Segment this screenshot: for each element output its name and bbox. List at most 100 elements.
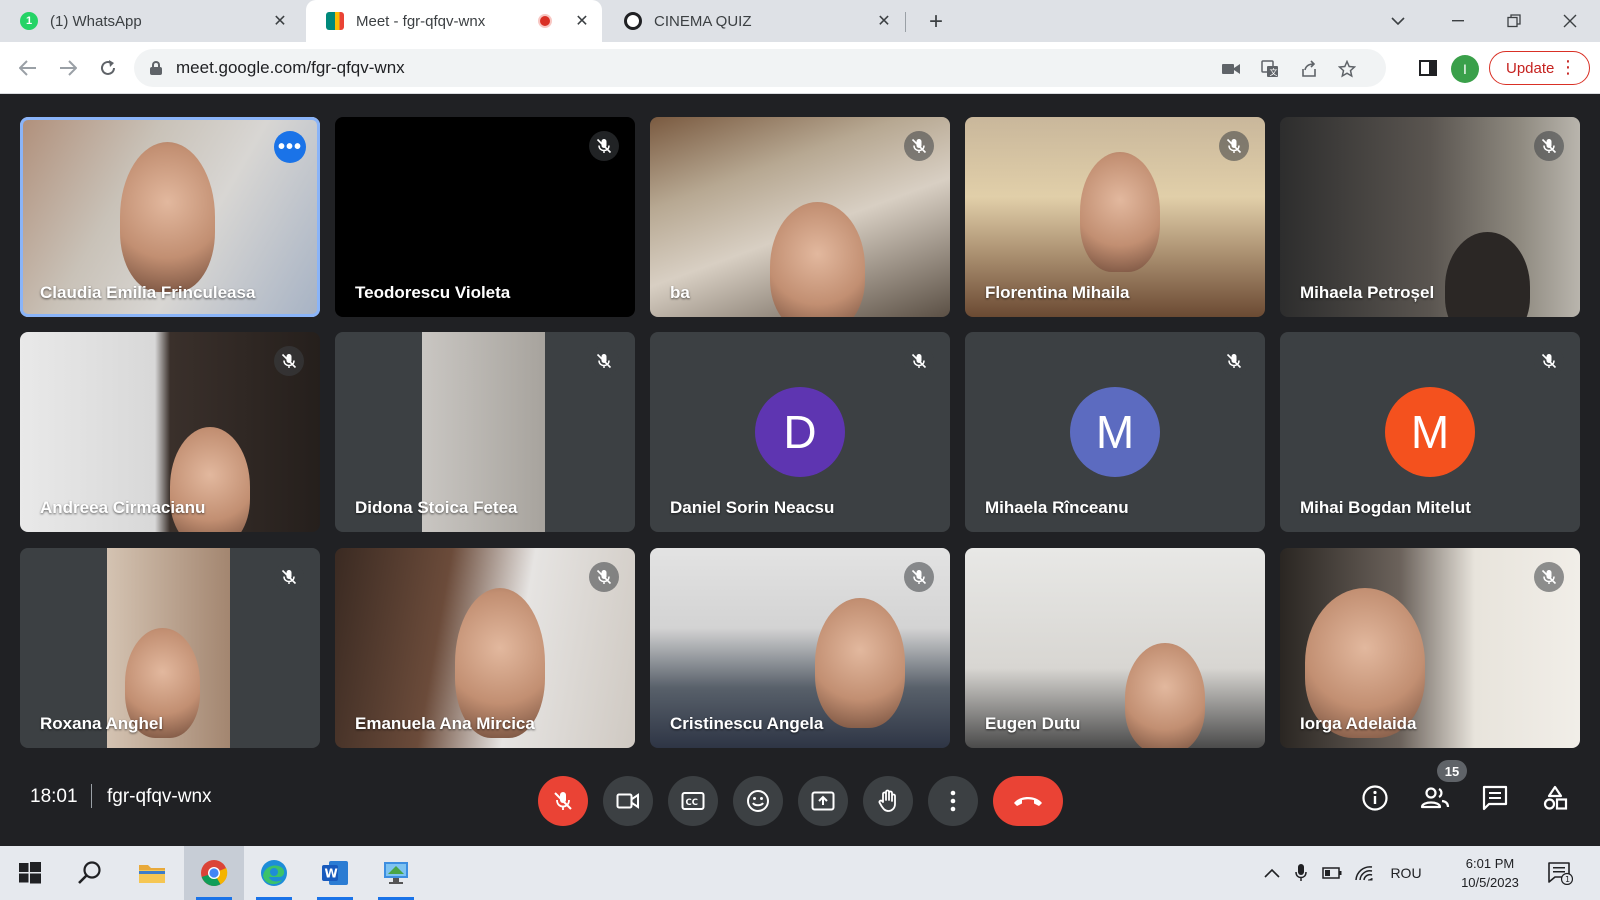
share-icon[interactable] <box>1298 58 1320 80</box>
search-button[interactable] <box>60 846 120 900</box>
tab-meet[interactable]: Meet - fgr-qfqv-wnx ✕ <box>306 0 602 42</box>
divider <box>91 784 92 808</box>
update-button[interactable]: Update ⋮ <box>1489 51 1590 85</box>
back-button[interactable] <box>14 54 42 82</box>
meeting-details-button[interactable] <box>1355 778 1395 818</box>
participant-tile[interactable]: Mihaela Petroșel <box>1280 117 1580 317</box>
mic-off-icon <box>904 562 934 592</box>
notifications-icon: 1 <box>1548 862 1573 885</box>
show-hidden-icons-button[interactable] <box>1260 846 1284 900</box>
leave-call-button[interactable] <box>993 776 1063 826</box>
bookmark-star-icon[interactable] <box>1336 58 1358 80</box>
file-explorer-button[interactable] <box>122 846 182 900</box>
participant-video <box>1445 232 1530 317</box>
tab-separator <box>905 12 906 32</box>
participant-tile[interactable]: Andreea Cirmacianu <box>20 332 320 532</box>
chat-button[interactable] <box>1475 778 1515 818</box>
whatsapp-favicon-icon: 1 <box>20 12 38 30</box>
close-tab-icon[interactable]: ✕ <box>572 11 592 31</box>
camera-in-use-icon[interactable] <box>1220 58 1242 80</box>
participant-tile[interactable]: Cristinescu Angela <box>650 548 950 748</box>
meet-favicon-icon <box>326 12 344 30</box>
word-taskbar-button[interactable]: W <box>305 846 365 900</box>
close-tab-icon[interactable]: ✕ <box>874 11 894 31</box>
profile-avatar[interactable]: I <box>1451 55 1479 83</box>
raise-hand-button[interactable] <box>863 776 913 826</box>
mic-off-icon <box>274 346 304 376</box>
close-tab-icon[interactable]: ✕ <box>270 11 290 31</box>
chrome-taskbar-button[interactable] <box>184 846 244 900</box>
microphone-toggle-button[interactable] <box>538 776 588 826</box>
wifi-icon[interactable] <box>1352 846 1376 900</box>
participant-tile[interactable]: Emanuela Ana Mircica <box>335 548 635 748</box>
restore-button[interactable] <box>1486 0 1542 42</box>
mic-off-icon <box>554 792 572 810</box>
tab-strip: 1 (1) WhatsApp ✕ Meet - fgr-qfqv-wnx ✕ C… <box>0 0 1600 42</box>
participant-tile[interactable]: M Mihaela Rînceanu <box>965 332 1265 532</box>
more-options-icon[interactable]: ••• <box>274 131 306 163</box>
notification-center-button[interactable]: 1 <box>1540 846 1580 900</box>
system-clock[interactable]: 6:01 PM 10/5/2023 <box>1450 854 1530 892</box>
camera-toggle-button[interactable] <box>603 776 653 826</box>
emoji-icon <box>747 790 769 812</box>
monitor-icon <box>384 862 408 884</box>
participant-tile[interactable]: Roxana Anghel <box>20 548 320 748</box>
minimize-button[interactable] <box>1430 0 1486 42</box>
mic-off-icon <box>589 562 619 592</box>
battery-icon[interactable] <box>1320 846 1344 900</box>
address-bar[interactable]: meet.google.com/fgr-qfqv-wnx 文 <box>134 49 1386 87</box>
quiz-favicon-icon <box>624 12 642 30</box>
input-language[interactable]: ROU <box>1384 846 1428 900</box>
participant-tile[interactable]: M Mihai Bogdan Mitelut <box>1280 332 1580 532</box>
participant-tile[interactable]: D Daniel Sorin Neacsu <box>650 332 950 532</box>
people-button[interactable] <box>1415 778 1455 818</box>
mic-off-icon <box>1219 346 1249 376</box>
participant-tile[interactable]: ••• Claudia Emilia Frinculeasa <box>20 117 320 317</box>
update-label: Update <box>1506 59 1555 77</box>
edge-taskbar-button[interactable] <box>244 846 304 900</box>
participant-video <box>1125 643 1205 748</box>
participant-tile[interactable]: Didona Stoica Fetea <box>335 332 635 532</box>
participant-name: Emanuela Ana Mircica <box>355 714 535 733</box>
tab-whatsapp[interactable]: 1 (1) WhatsApp ✕ <box>0 0 300 42</box>
forward-button[interactable] <box>54 54 82 82</box>
more-menu-icon[interactable]: ⋮ <box>1559 58 1577 76</box>
reactions-button[interactable] <box>733 776 783 826</box>
url-text[interactable]: meet.google.com/fgr-qfqv-wnx <box>176 58 405 78</box>
participant-tile[interactable]: Iorga Adelaida <box>1280 548 1580 748</box>
folder-icon <box>139 865 165 883</box>
meeting-time: 18:01 <box>30 786 78 807</box>
lock-icon[interactable] <box>150 61 162 75</box>
mic-off-icon <box>589 346 619 376</box>
tab-title: (1) WhatsApp <box>50 12 142 30</box>
windows-logo-icon <box>19 862 41 884</box>
participant-tile[interactable]: ba <box>650 117 950 317</box>
participant-name: Cristinescu Angela <box>670 714 824 733</box>
participant-name: Roxana Anghel <box>40 714 164 733</box>
microphone-tray-icon[interactable] <box>1290 846 1312 900</box>
close-window-button[interactable] <box>1542 0 1598 42</box>
tab-search-icon[interactable] <box>1370 0 1426 42</box>
participant-avatar: M <box>1385 387 1475 477</box>
participant-tile[interactable]: Eugen Dutu <box>965 548 1265 748</box>
side-panel-icon[interactable] <box>1414 54 1442 82</box>
translate-icon[interactable]: 文 <box>1259 58 1281 80</box>
activities-button[interactable] <box>1535 778 1575 818</box>
participant-name: Didona Stoica Fetea <box>355 498 518 517</box>
clock-date: 10/5/2023 <box>1461 875 1519 890</box>
remote-desktop-taskbar-button[interactable] <box>366 846 426 900</box>
tab-cinema-quiz[interactable]: CINEMA QUIZ ✕ <box>604 0 904 42</box>
captions-button[interactable]: CC <box>668 776 718 826</box>
start-button[interactable] <box>0 846 60 900</box>
info-icon <box>1362 785 1388 811</box>
tab-title: Meet - fgr-qfqv-wnx <box>356 12 486 30</box>
participant-video <box>770 202 865 317</box>
participant-tile[interactable]: Florentina Mihaila <box>965 117 1265 317</box>
more-options-button[interactable] <box>928 776 978 826</box>
hang-up-icon <box>1014 797 1042 806</box>
new-tab-button[interactable]: + <box>922 8 950 36</box>
present-screen-button[interactable] <box>798 776 848 826</box>
reload-button[interactable] <box>94 54 122 82</box>
participant-name: Daniel Sorin Neacsu <box>670 498 835 517</box>
participant-tile[interactable]: Teodorescu Violeta <box>335 117 635 317</box>
